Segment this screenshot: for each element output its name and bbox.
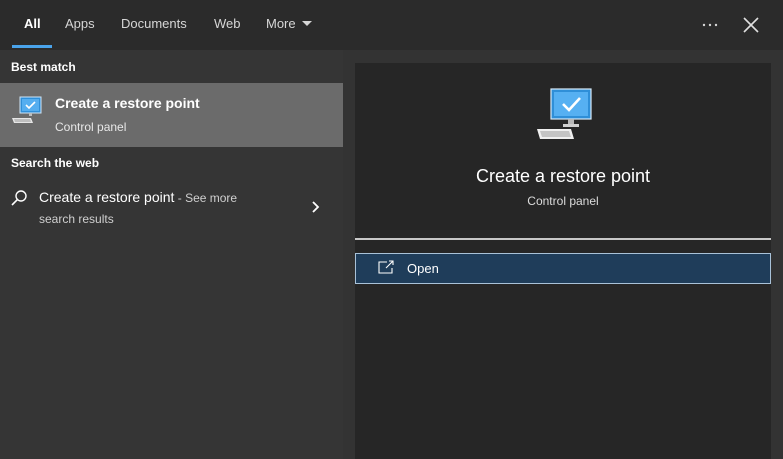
open-external-icon <box>378 260 394 274</box>
computer-restore-icon <box>12 96 42 123</box>
more-options-icon[interactable] <box>697 12 723 38</box>
tab-web[interactable]: Web <box>214 0 241 50</box>
best-match-heading: Best match <box>11 60 76 74</box>
web-search-query-text: Create a restore point <box>39 189 175 205</box>
best-match-item[interactable]: Create a restore point Control panel <box>0 83 343 147</box>
search-web-heading: Search the web <box>11 156 100 170</box>
search-icon <box>11 190 27 206</box>
close-icon[interactable] <box>738 12 764 38</box>
detail-pane: Create a restore point Control panel Ope… <box>355 63 771 459</box>
tab-documents[interactable]: Documents <box>121 0 187 50</box>
web-search-item[interactable]: Create a restore point - See more search… <box>0 181 343 233</box>
computer-restore-icon <box>537 88 592 139</box>
tab-bar: All Apps Documents Web More <box>0 0 783 50</box>
open-button-label: Open <box>407 261 439 276</box>
detail-title: Create a restore point <box>475 166 651 186</box>
web-search-results-text: search results <box>39 212 114 226</box>
web-search-query: Create a restore point - See more <box>39 189 237 205</box>
tab-more[interactable]: More <box>266 0 312 50</box>
see-more-text: - See more <box>174 191 238 205</box>
active-tab-indicator <box>12 45 52 48</box>
chevron-right-icon[interactable] <box>309 199 323 215</box>
chevron-down-icon <box>301 21 312 26</box>
tab-more-label: More <box>266 16 296 31</box>
divider <box>355 238 771 240</box>
tab-apps[interactable]: Apps <box>65 0 95 50</box>
search-window: All Apps Documents Web More Best match C… <box>0 0 783 459</box>
tab-all[interactable]: All <box>24 0 41 50</box>
results-pane: Best match Create a restore point Contro… <box>0 50 343 459</box>
detail-subtitle: Control panel <box>527 194 599 208</box>
open-button[interactable]: Open <box>355 253 771 284</box>
best-match-subtitle: Control panel <box>55 120 127 134</box>
best-match-title: Create a restore point <box>55 95 200 111</box>
